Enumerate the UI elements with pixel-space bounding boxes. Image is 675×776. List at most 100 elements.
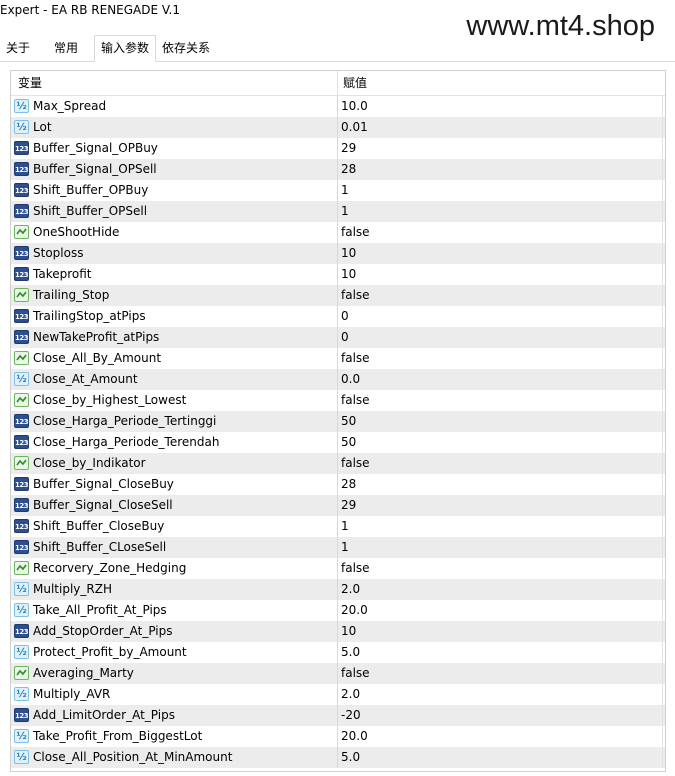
table-row[interactable]: 123 Buffer_Signal_OPBuy 29 [11,138,665,159]
table-row[interactable]: ½ Close_All_Position_At_MinAmount 5.0 [11,747,665,768]
variable-value[interactable]: 2.0 [341,684,360,705]
table-row[interactable]: 123 Close_Harga_Periode_Tertinggi 50 [11,411,665,432]
table-row[interactable]: 123 Shift_Buffer_CloseBuy 1 [11,516,665,537]
integer-type-icon: 123 [14,162,29,176]
variable-value[interactable]: 0 [341,306,349,327]
variable-value[interactable]: false [341,222,370,243]
variable-value[interactable]: 29 [341,138,356,159]
table-row[interactable]: Averaging_Marty false [11,663,665,684]
boolean-type-icon [14,393,29,407]
tab-dependencies[interactable]: 依存关系 [156,36,216,60]
variable-value[interactable]: false [341,558,370,579]
cell-divider [337,600,338,621]
table-row[interactable]: ½ Multiply_RZH 2.0 [11,579,665,600]
cell-divider [337,474,338,495]
variable-name: Shift_Buffer_CLoseSell [33,540,167,554]
variable-value[interactable]: -20 [341,705,361,726]
table-row[interactable]: Trailing_Stop false [11,285,665,306]
variable-value[interactable]: 10.0 [341,96,368,117]
variable-name: Close_Harga_Periode_Terendah [33,435,220,449]
table-row[interactable]: Close_All_By_Amount false [11,348,665,369]
table-row[interactable]: ½ Multiply_AVR 2.0 [11,684,665,705]
variable-value[interactable]: 1 [341,180,349,201]
variable-name: Protect_Profit_by_Amount [33,645,187,659]
variable-value[interactable]: 10 [341,621,356,642]
table-row[interactable]: Close_by_Highest_Lowest false [11,390,665,411]
table-row[interactable]: 123 Buffer_Signal_CloseBuy 28 [11,474,665,495]
table-row[interactable]: 123 Add_LimitOrder_At_Pips -20 [11,705,665,726]
variable-value[interactable]: 20.0 [341,600,368,621]
table-row[interactable]: 123 Add_StopOrder_At_Pips 10 [11,621,665,642]
variable-value[interactable]: false [341,348,370,369]
integer-type-icon: 123 [14,141,29,155]
variable-value[interactable]: 0.0 [341,369,360,390]
double-type-icon: ½ [14,582,29,596]
integer-type-icon: 123 [14,435,29,449]
variable-value[interactable]: 20.0 [341,726,368,747]
integer-type-icon: 123 [14,330,29,344]
variable-value[interactable]: 28 [341,474,356,495]
table-row[interactable]: ½ Max_Spread 10.0 [11,96,665,117]
variable-value[interactable]: 5.0 [341,642,360,663]
variable-value[interactable]: 1 [341,201,349,222]
table-row[interactable]: 123 TrailingStop_atPips 0 [11,306,665,327]
boolean-type-icon [14,225,29,239]
variable-value[interactable]: 2.0 [341,579,360,600]
variable-value[interactable]: 10 [341,264,356,285]
table-row[interactable]: ½ Protect_Profit_by_Amount 5.0 [11,642,665,663]
variable-value[interactable]: false [341,285,370,306]
variable-value[interactable]: 50 [341,432,356,453]
table-row[interactable]: ½ Close_At_Amount 0.0 [11,369,665,390]
variable-value[interactable]: false [341,390,370,411]
variable-name: Shift_Buffer_OPSell [33,204,148,218]
variable-value[interactable]: false [341,453,370,474]
table-row[interactable]: 123 Shift_Buffer_CLoseSell 1 [11,537,665,558]
variable-name: Buffer_Signal_OPSell [33,162,157,176]
variable-value[interactable]: false [341,663,370,684]
tab-common[interactable]: 常用 [48,36,84,60]
table-row[interactable]: 123 Takeprofit 10 [11,264,665,285]
integer-type-icon: 123 [14,204,29,218]
table-row[interactable]: OneShootHide false [11,222,665,243]
cell-divider [337,411,338,432]
boolean-type-icon [14,561,29,575]
table-row[interactable]: ½ Take_Profit_From_BiggestLot 20.0 [11,726,665,747]
variable-value[interactable]: 0 [341,327,349,348]
variable-name: Lot [33,120,52,134]
cell-divider [337,537,338,558]
variable-name: Close_All_By_Amount [33,351,162,365]
double-type-icon: ½ [14,603,29,617]
double-type-icon: ½ [14,645,29,659]
table-row[interactable]: 123 NewTakeProfit_atPips 0 [11,327,665,348]
variable-name: Close_by_Indikator [33,456,146,470]
inputs-table: 变量 赋值 ½ Max_Spread 10.0 ½ Lot 0.01 123 Buffer_S… [10,70,666,772]
table-row[interactable]: ½ Take_All_Profit_At_Pips 20.0 [11,600,665,621]
integer-type-icon: 123 [14,267,29,281]
column-header-value[interactable]: 赋值 [343,71,367,95]
variable-name: Add_StopOrder_At_Pips [33,624,173,638]
variable-value[interactable]: 28 [341,159,356,180]
tab-inputs[interactable]: 输入参数 [94,35,157,62]
table-row[interactable]: 123 Close_Harga_Periode_Terendah 50 [11,432,665,453]
table-row[interactable]: Recorvery_Zone_Hedging false [11,558,665,579]
table-row[interactable]: Close_by_Indikator false [11,453,665,474]
integer-type-icon: 123 [14,246,29,260]
cell-divider [337,621,338,642]
table-row[interactable]: 123 Stoploss 10 [11,243,665,264]
variable-value[interactable]: 5.0 [341,747,360,768]
column-header-variable[interactable]: 变量 [18,71,42,95]
variable-value[interactable]: 0.01 [341,117,368,138]
variable-value[interactable]: 1 [341,516,349,537]
variable-name: Max_Spread [33,99,107,113]
table-row[interactable]: 123 Buffer_Signal_CloseSell 29 [11,495,665,516]
table-row[interactable]: ½ Lot 0.01 [11,117,665,138]
tab-about[interactable]: 关于 [0,36,36,60]
table-row[interactable]: 123 Shift_Buffer_OPBuy 1 [11,180,665,201]
variable-value[interactable]: 1 [341,537,349,558]
variable-value[interactable]: 50 [341,411,356,432]
table-row[interactable]: 123 Shift_Buffer_OPSell 1 [11,201,665,222]
variable-value[interactable]: 10 [341,243,356,264]
variable-value[interactable]: 29 [341,495,356,516]
table-row[interactable]: 123 Buffer_Signal_OPSell 28 [11,159,665,180]
column-divider[interactable] [337,71,338,95]
